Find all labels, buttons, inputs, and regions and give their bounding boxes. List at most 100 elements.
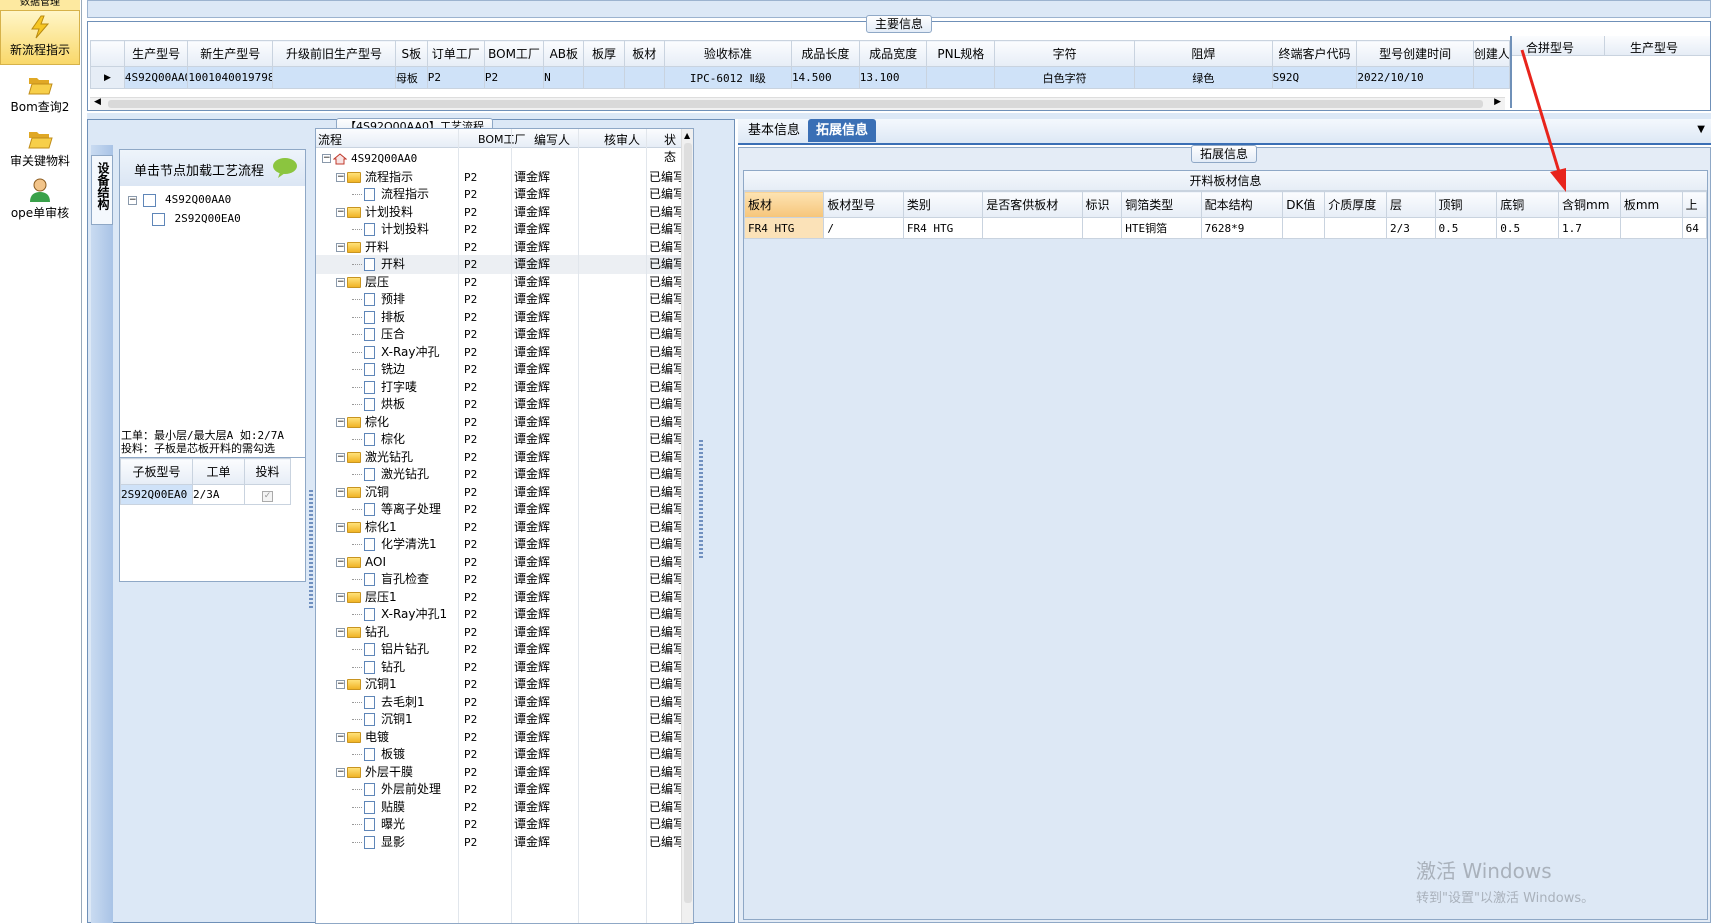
material-col-header[interactable]: 配本结构	[1200, 191, 1284, 218]
flow-row[interactable]: − 外层干膜 P2 谭金辉 已编写	[316, 763, 681, 782]
flow-row[interactable]: − 棕化 P2 谭金辉 已编写	[316, 413, 681, 432]
flow-col-process[interactable]: 流程	[318, 131, 342, 148]
main-col-header[interactable]: 终端客户代码	[1271, 40, 1358, 67]
collapse-icon[interactable]: −	[336, 627, 345, 637]
flow-row[interactable]: 贴膜 P2 谭金辉 已编写	[316, 798, 681, 817]
main-cell[interactable]: S92Q	[1271, 66, 1358, 89]
flow-row[interactable]: X-Ray冲孔1 P2 谭金辉 已编写	[316, 605, 681, 624]
material-col-header[interactable]: 是否客供板材	[982, 191, 1083, 218]
main-hscrollbar[interactable]: ◀ ▶	[90, 97, 1505, 110]
nav-item-ope-review[interactable]: ope单审核	[0, 176, 80, 226]
material-cell[interactable]: 64	[1681, 217, 1708, 239]
flow-row[interactable]: 排板 P2 谭金辉 已编写	[316, 308, 681, 327]
flow-row[interactable]: 曝光 P2 谭金辉 已编写	[316, 815, 681, 834]
main-cell[interactable]	[583, 66, 625, 89]
panel-splitter-handle[interactable]	[309, 490, 313, 610]
main-cell[interactable]: 白色字符	[994, 66, 1136, 89]
main-col-header[interactable]: BOM工厂	[483, 40, 545, 67]
collapse-icon[interactable]: −	[128, 195, 137, 205]
flow-col-reviewer[interactable]: 核审人	[604, 131, 640, 148]
flow-row[interactable]: 外层前处理 P2 谭金辉 已编写	[316, 780, 681, 799]
collapse-icon[interactable]: −	[336, 767, 345, 777]
production-model-header[interactable]: 生产型号	[1630, 39, 1678, 56]
flow-row[interactable]: − 层压 P2 谭金辉 已编写	[316, 273, 681, 292]
main-col-header[interactable]: 验收标准	[663, 40, 792, 67]
work-order-cell[interactable]: 2/3A	[192, 484, 245, 505]
main-cell[interactable]: 13.100	[858, 66, 928, 89]
main-col-header[interactable]: 字符	[994, 40, 1136, 67]
collapse-icon[interactable]: −	[336, 242, 345, 252]
nav-item-flow-instruction[interactable]: 新流程指示	[0, 10, 80, 65]
main-col-header[interactable]: 生产型号	[123, 40, 189, 67]
collapse-icon[interactable]: −	[336, 172, 345, 182]
material-cell[interactable]: HTE铜箔	[1121, 217, 1202, 239]
panel-splitter-handle-right[interactable]	[699, 440, 703, 560]
main-cell[interactable]: 2022/10/10	[1356, 66, 1474, 89]
main-col-header[interactable]: PNL规格	[926, 40, 996, 67]
material-cell[interactable]: 0.5	[1496, 217, 1560, 239]
main-col-header[interactable]: 板材	[623, 40, 665, 67]
flow-row[interactable]: 流程指示 P2 谭金辉 已编写	[316, 185, 681, 204]
material-col-header[interactable]: 介质厚度	[1324, 191, 1387, 218]
material-col-header[interactable]: 类别	[902, 191, 984, 218]
flow-row[interactable]: 显影 P2 谭金辉 已编写	[316, 833, 681, 852]
tree-node-root[interactable]: − 4S92Q00AA0	[128, 190, 241, 209]
flow-row[interactable]: − 计划投料 P2 谭金辉 已编写	[316, 203, 681, 222]
material-cell[interactable]: 1.7	[1558, 217, 1621, 239]
flow-row[interactable]: 化学清洗1 P2 谭金辉 已编写	[316, 535, 681, 554]
flow-row[interactable]: 沉铜1 P2 谭金辉 已编写	[316, 710, 681, 729]
flow-row[interactable]: − 棕化1 P2 谭金辉 已编写	[316, 518, 681, 537]
main-col-header[interactable]: 阻焊	[1134, 40, 1273, 67]
flow-row[interactable]: 铝片钻孔 P2 谭金辉 已编写	[316, 640, 681, 659]
collapse-icon[interactable]: −	[336, 522, 345, 532]
collapse-icon[interactable]: −	[336, 732, 345, 742]
main-cell[interactable]	[623, 66, 665, 89]
main-cell[interactable]: 14.500	[790, 66, 860, 89]
sub-board-model-cell[interactable]: 2S92Q00EA0	[120, 484, 193, 505]
flow-vscrollbar[interactable]: ▲	[681, 129, 693, 923]
flow-row[interactable]: − 电镀 P2 谭金辉 已编写	[316, 728, 681, 747]
main-cell[interactable]: N	[543, 66, 585, 89]
flow-row[interactable]: 计划投料 P2 谭金辉 已编写	[316, 220, 681, 239]
material-col-header[interactable]: DK值	[1282, 191, 1326, 218]
material-cell[interactable]	[1619, 217, 1683, 239]
material-cell[interactable]	[1081, 217, 1123, 239]
flow-row[interactable]: 等离子处理 P2 谭金辉 已编写	[316, 500, 681, 519]
main-col-header[interactable]: S板	[394, 40, 428, 67]
main-cell[interactable]: 4S92Q00AA0	[123, 66, 189, 89]
collapse-icon[interactable]: −	[322, 154, 331, 163]
flow-row[interactable]: − 钻孔 P2 谭金辉 已编写	[316, 623, 681, 642]
material-col-header[interactable]: 板材型号	[823, 191, 904, 218]
collapse-icon[interactable]: −	[336, 452, 345, 462]
material-cell[interactable]	[982, 217, 1083, 239]
main-col-header[interactable]: 型号创建时间	[1356, 40, 1474, 67]
main-cell[interactable]: IPC-6012 Ⅱ级	[663, 66, 792, 89]
material-col-header[interactable]: 顶铜	[1434, 191, 1498, 218]
tab-dropdown-icon[interactable]: ▼	[1697, 124, 1705, 135]
work-order-header[interactable]: 工单	[192, 458, 245, 485]
material-cell[interactable]: FR4 HTG	[743, 217, 825, 239]
nav-item-partial[interactable]: 数据管理	[0, 0, 80, 10]
flow-col-bom[interactable]: BOM工厂	[478, 131, 526, 147]
material-cell[interactable]: FR4 HTG	[902, 217, 984, 239]
tab-basic-info[interactable]: 基本信息	[740, 119, 808, 142]
scroll-left-icon[interactable]: ◀	[94, 97, 101, 107]
flow-row[interactable]: − 激光钻孔 P2 谭金辉 已编写	[316, 448, 681, 467]
material-cell[interactable]: 7628*9	[1200, 217, 1284, 239]
flow-row[interactable]: 激光钻孔 P2 谭金辉 已编写	[316, 465, 681, 484]
material-col-header[interactable]: 上	[1681, 191, 1708, 218]
tab-extended-info[interactable]: 拓展信息	[808, 119, 877, 142]
material-cell[interactable]	[1324, 217, 1387, 239]
flow-row[interactable]: − 流程指示 P2 谭金辉 已编写	[316, 168, 681, 187]
flow-col-writer[interactable]: 编写人	[534, 131, 570, 148]
main-cell[interactable]: P2	[483, 66, 545, 89]
flow-row[interactable]: − 开料 P2 谭金辉 已编写	[316, 238, 681, 257]
main-cell[interactable]: P2	[426, 66, 485, 89]
tree-node-child[interactable]: 2S92Q00EA0	[128, 209, 241, 228]
main-cell[interactable]	[272, 66, 396, 89]
flow-row[interactable]: 板镀 P2 谭金辉 已编写	[316, 745, 681, 764]
material-cell[interactable]: 0.5	[1434, 217, 1498, 239]
flow-row[interactable]: 压合 P2 谭金辉 已编写	[316, 325, 681, 344]
flow-row[interactable]: − 沉铜 P2 谭金辉 已编写	[316, 483, 681, 502]
collapse-icon[interactable]: −	[336, 592, 345, 602]
